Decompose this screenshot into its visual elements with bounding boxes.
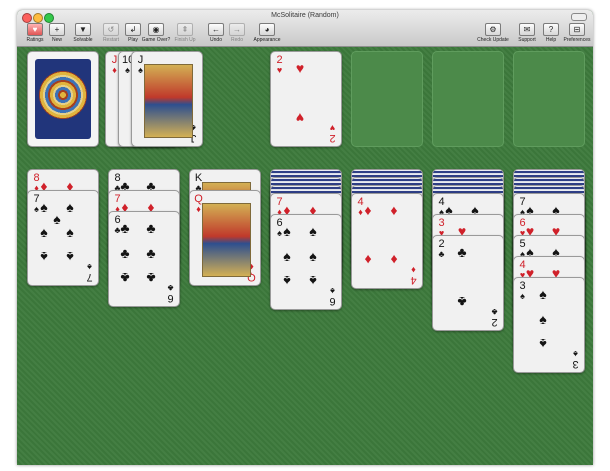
check-update-button[interactable]: ⚙ Check Update — [475, 23, 511, 45]
plus-icon: + — [49, 23, 65, 36]
suit-pip-icon: ♠ — [309, 273, 317, 289]
card-rank: 4 — [410, 274, 417, 286]
suit-pip-icon: ♠ — [283, 223, 291, 239]
card-corner-index: 2 ♣ — [436, 238, 447, 260]
card-corner-index: 7♠ — [84, 262, 95, 283]
card-back-mandala-icon — [35, 59, 91, 139]
suit-pip-icon: ♣ — [146, 220, 156, 236]
appearance-button[interactable]: ◕ Appearance — [249, 23, 285, 45]
suit-pip-icon: ♥ — [295, 110, 305, 126]
tableau-card[interactable]: 6 ♣ 6 ♣ ♣ ♣ ♣ ♣ ♣ ♣ — [108, 211, 180, 307]
card-rank: 3 — [572, 358, 579, 370]
suit-pip-icon: ♠ — [66, 224, 74, 240]
check-update-label: Check Update — [477, 37, 509, 43]
card-suit-icon: ♣ — [167, 283, 174, 293]
suit-pip-icon: ♠ — [40, 199, 48, 215]
card-rank: 6 — [167, 292, 174, 304]
suit-pip-icon: ♠ — [539, 286, 547, 302]
card-suit-icon: ♠ — [520, 291, 525, 301]
suit-pip-icon: ♣ — [146, 245, 156, 261]
down-triangle-icon: ▼ — [75, 23, 91, 36]
suit-pip-icon: ♣ — [146, 270, 156, 286]
card-corner-index: 6 ♠ — [327, 286, 338, 307]
game-table: J♦J♦10♠10♠♠♠♠♠♠♠♠♠♠♠J♠J♠2♥2♥♥♥8♦8♦♦♦♦♦♦♦… — [17, 47, 593, 465]
card-rank: 6 — [329, 295, 336, 307]
finish-up-icon: ⇞ — [177, 23, 193, 36]
card-suit-icon: ♣ — [438, 249, 445, 259]
switch-icon: ⊟ — [569, 23, 585, 36]
tableau-card[interactable]: 7♠7♠♠♠♠♠♠♠♠ — [27, 190, 99, 286]
foundation-slot[interactable] — [513, 51, 585, 147]
suit-pip-icon: ♣ — [120, 270, 130, 286]
preferences-label: Preferences — [563, 37, 591, 43]
suit-pip-icon: ♠ — [539, 311, 547, 327]
app-window: McSolitaire (Random) ♥ Ratings + New ▼ Solvab… — [17, 10, 593, 465]
card-corner-index: 2 ♥ — [327, 123, 338, 144]
card-rank: 2 — [438, 238, 445, 250]
card-suit-icon: ♥ — [276, 65, 283, 75]
suit-pip-icon: ♦ — [390, 252, 398, 268]
suit-pip-icon: ♠ — [283, 273, 291, 289]
appearance-label: Appearance — [253, 37, 281, 43]
redo-arrow-icon: → — [229, 23, 245, 36]
card-corner-index: 4 ♦ — [408, 265, 419, 286]
court-figure-icon — [144, 64, 193, 138]
card-rank: 2 — [491, 316, 498, 328]
card-rank: 3 — [519, 280, 526, 292]
suit-pip-icon: ♣ — [457, 294, 467, 310]
suit-pip-icon: ♥ — [295, 60, 305, 76]
suit-pip-icon: ♠ — [40, 249, 48, 265]
waste-card[interactable]: J ♠ J ♠ — [131, 51, 203, 147]
card-rank: 7 — [86, 271, 93, 283]
tableau-card[interactable]: 3 ♠ 3 ♠ ♠ ♠ ♠ — [513, 277, 585, 373]
card-corner-index: 2 ♥ — [274, 54, 285, 76]
suit-pip-icon: ♠ — [66, 249, 74, 265]
card-rank: 2 — [329, 132, 336, 144]
title-bar: McSolitaire (Random) ♥ Ratings + New ▼ Solvab… — [17, 10, 593, 47]
suit-pip-icon: ♣ — [120, 245, 130, 261]
appearance-eye-icon: ◕ — [259, 23, 275, 36]
suit-pip-icon: ♠ — [309, 248, 317, 264]
suit-pip-icon: ♠ — [40, 224, 48, 240]
card-corner-index: 3 ♠ — [517, 280, 528, 302]
suit-pip-icon: ♠ — [66, 199, 74, 215]
suit-pip-icon: ♠ — [309, 223, 317, 239]
suit-pip-icon: ♠ — [53, 211, 61, 227]
foundation-slot[interactable] — [432, 51, 504, 147]
card-corner-index: 2 ♣ — [489, 307, 500, 328]
gear-icon: ⚙ — [485, 23, 501, 36]
window-title: McSolitaire (Random) — [271, 12, 339, 19]
toolbar-toggle-button[interactable] — [571, 13, 587, 21]
suit-pip-icon: ♣ — [120, 220, 130, 236]
card-rank: 3 — [438, 217, 445, 229]
card-corner-index: 3 ♠ — [570, 349, 581, 370]
mandala-ring — [39, 71, 87, 119]
foundation-slot[interactable] — [351, 51, 423, 147]
suit-pip-icon: ♦ — [364, 202, 372, 218]
suit-pip-icon: ♠ — [283, 248, 291, 264]
court-figure-icon — [202, 203, 251, 277]
suit-pip-icon: ♦ — [390, 202, 398, 218]
tableau-card[interactable]: 4 ♦ 4 ♦ ♦ ♦ ♦ ♦ — [351, 193, 423, 289]
card-corner-index: 6 ♣ — [165, 283, 176, 304]
card-suit-icon: ♣ — [491, 307, 498, 317]
tableau-card[interactable]: 6 ♠ 6 ♠ ♠ ♠ ♠ ♠ ♠ ♠ — [270, 214, 342, 310]
tableau-card[interactable]: Q ♦ Q ♦ — [189, 190, 261, 286]
suit-pip-icon: ♠ — [539, 336, 547, 352]
foundation-card[interactable]: 2 ♥ 2 ♥ ♥ ♥ — [270, 51, 342, 147]
preferences-button[interactable]: ⊟ Preferences — [559, 23, 593, 45]
help-icon: ? — [543, 23, 559, 36]
tableau-card[interactable]: 2 ♣ 2 ♣ ♣ ♣ — [432, 235, 504, 331]
stock-pile[interactable] — [27, 51, 99, 147]
suit-pip-icon: ♦ — [364, 252, 372, 268]
eye-icon: ◉ — [148, 23, 164, 36]
suit-pip-icon: ♣ — [457, 244, 467, 260]
card-rank: 2 — [276, 54, 283, 66]
